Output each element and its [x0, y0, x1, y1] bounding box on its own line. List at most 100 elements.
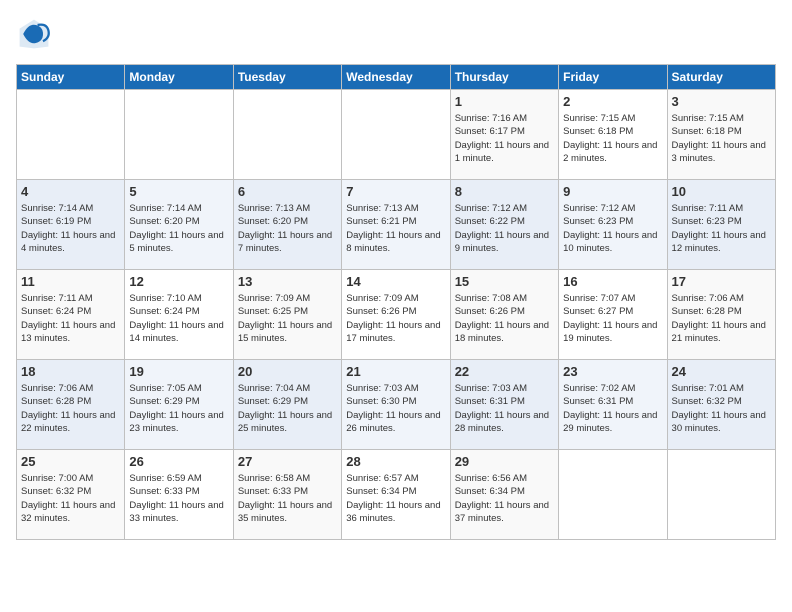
calendar-cell: 21 Sunrise: 7:03 AM Sunset: 6:30 PM Dayli… — [342, 360, 450, 450]
day-number: 21 — [346, 364, 445, 379]
weekday-header-tuesday: Tuesday — [233, 65, 341, 90]
weekday-header-friday: Friday — [559, 65, 667, 90]
day-number: 25 — [21, 454, 120, 469]
day-number: 8 — [455, 184, 554, 199]
day-number: 1 — [455, 94, 554, 109]
day-number: 10 — [672, 184, 771, 199]
calendar-cell: 2Sunrise: 7:15 AM Sunset: 6:18 PM Daylig… — [559, 90, 667, 180]
calendar-cell: 25 Sunrise: 7:00 AM Sunset: 6:32 PM Dayli… — [17, 450, 125, 540]
day-info: Sunrise: 7:12 AM Sunset: 6:22 PM Dayligh… — [455, 202, 554, 255]
calendar-cell: 24 Sunrise: 7:01 AM Sunset: 6:32 PM Dayli… — [667, 360, 775, 450]
calendar-cell: 1 Sunrise: 7:16 AM Sunset: 6:17 PM Daylig… — [450, 90, 558, 180]
week-row-2: 11Sunrise: 7:11 AM Sunset: 6:24 PM Dayli… — [17, 270, 776, 360]
calendar-cell: 15 Sunrise: 7:08 AM Sunset: 6:26 PM Dayli… — [450, 270, 558, 360]
calendar-cell — [125, 90, 233, 180]
day-info: Sunrise: 7:11 AM Sunset: 6:23 PM Dayligh… — [672, 202, 771, 255]
day-number: 7 — [346, 184, 445, 199]
calendar-cell: 13 Sunrise: 7:09 AM Sunset: 6:25 PM Dayli… — [233, 270, 341, 360]
calendar-cell: 16Sunrise: 7:07 AM Sunset: 6:27 PM Dayli… — [559, 270, 667, 360]
weekday-header-thursday: Thursday — [450, 65, 558, 90]
day-info: Sunrise: 7:15 AM Sunset: 6:18 PM Dayligh… — [672, 112, 771, 165]
day-number: 6 — [238, 184, 337, 199]
calendar-cell: 29Sunrise: 6:56 AM Sunset: 6:34 PM Dayli… — [450, 450, 558, 540]
day-number: 23 — [563, 364, 662, 379]
week-row-3: 18 Sunrise: 7:06 AM Sunset: 6:28 PM Dayli… — [17, 360, 776, 450]
calendar-cell: 8 Sunrise: 7:12 AM Sunset: 6:22 PM Daylig… — [450, 180, 558, 270]
day-info: Sunrise: 7:03 AM Sunset: 6:30 PM Dayligh… — [346, 382, 445, 435]
calendar-cell: 9 Sunrise: 7:12 AM Sunset: 6:23 PM Daylig… — [559, 180, 667, 270]
calendar-cell: 19 Sunrise: 7:05 AM Sunset: 6:29 PM Dayli… — [125, 360, 233, 450]
weekday-header-monday: Monday — [125, 65, 233, 90]
day-number: 9 — [563, 184, 662, 199]
day-number: 28 — [346, 454, 445, 469]
day-number: 22 — [455, 364, 554, 379]
calendar-cell: 11Sunrise: 7:11 AM Sunset: 6:24 PM Dayli… — [17, 270, 125, 360]
day-number: 5 — [129, 184, 228, 199]
day-number: 13 — [238, 274, 337, 289]
day-info: Sunrise: 7:00 AM Sunset: 6:32 PM Dayligh… — [21, 472, 120, 525]
day-info: Sunrise: 7:05 AM Sunset: 6:29 PM Dayligh… — [129, 382, 228, 435]
day-info: Sunrise: 7:10 AM Sunset: 6:24 PM Dayligh… — [129, 292, 228, 345]
weekday-header-sunday: Sunday — [17, 65, 125, 90]
calendar-cell: 7 Sunrise: 7:13 AM Sunset: 6:21 PM Daylig… — [342, 180, 450, 270]
day-info: Sunrise: 6:59 AM Sunset: 6:33 PM Dayligh… — [129, 472, 228, 525]
day-number: 17 — [672, 274, 771, 289]
day-number: 26 — [129, 454, 228, 469]
day-number: 12 — [129, 274, 228, 289]
calendar-cell — [559, 450, 667, 540]
day-info: Sunrise: 7:03 AM Sunset: 6:31 PM Dayligh… — [455, 382, 554, 435]
calendar-cell: 18 Sunrise: 7:06 AM Sunset: 6:28 PM Dayli… — [17, 360, 125, 450]
day-info: Sunrise: 7:09 AM Sunset: 6:25 PM Dayligh… — [238, 292, 337, 345]
day-info: Sunrise: 7:16 AM Sunset: 6:17 PM Dayligh… — [455, 112, 554, 165]
calendar-table: SundayMondayTuesdayWednesdayThursdayFrid… — [16, 64, 776, 540]
day-info: Sunrise: 7:13 AM Sunset: 6:21 PM Dayligh… — [346, 202, 445, 255]
calendar-cell: 3 Sunrise: 7:15 AM Sunset: 6:18 PM Daylig… — [667, 90, 775, 180]
weekday-row: SundayMondayTuesdayWednesdayThursdayFrid… — [17, 65, 776, 90]
day-number: 15 — [455, 274, 554, 289]
day-number: 29 — [455, 454, 554, 469]
day-number: 24 — [672, 364, 771, 379]
day-number: 3 — [672, 94, 771, 109]
calendar-cell: 14Sunrise: 7:09 AM Sunset: 6:26 PM Dayli… — [342, 270, 450, 360]
day-number: 27 — [238, 454, 337, 469]
page-header — [16, 16, 776, 52]
logo — [16, 16, 58, 52]
week-row-0: 1 Sunrise: 7:16 AM Sunset: 6:17 PM Daylig… — [17, 90, 776, 180]
day-info: Sunrise: 7:13 AM Sunset: 6:20 PM Dayligh… — [238, 202, 337, 255]
calendar-cell: 27Sunrise: 6:58 AM Sunset: 6:33 PM Dayli… — [233, 450, 341, 540]
day-number: 20 — [238, 364, 337, 379]
day-number: 18 — [21, 364, 120, 379]
day-info: Sunrise: 7:14 AM Sunset: 6:20 PM Dayligh… — [129, 202, 228, 255]
day-info: Sunrise: 7:06 AM Sunset: 6:28 PM Dayligh… — [21, 382, 120, 435]
day-info: Sunrise: 7:09 AM Sunset: 6:26 PM Dayligh… — [346, 292, 445, 345]
day-number: 16 — [563, 274, 662, 289]
weekday-header-wednesday: Wednesday — [342, 65, 450, 90]
calendar-cell — [667, 450, 775, 540]
week-row-1: 4 Sunrise: 7:14 AM Sunset: 6:19 PM Daylig… — [17, 180, 776, 270]
calendar-header: SundayMondayTuesdayWednesdayThursdayFrid… — [17, 65, 776, 90]
calendar-cell: 6 Sunrise: 7:13 AM Sunset: 6:20 PM Daylig… — [233, 180, 341, 270]
day-info: Sunrise: 6:57 AM Sunset: 6:34 PM Dayligh… — [346, 472, 445, 525]
week-row-4: 25 Sunrise: 7:00 AM Sunset: 6:32 PM Dayli… — [17, 450, 776, 540]
day-info: Sunrise: 7:08 AM Sunset: 6:26 PM Dayligh… — [455, 292, 554, 345]
day-info: Sunrise: 7:04 AM Sunset: 6:29 PM Dayligh… — [238, 382, 337, 435]
calendar-cell: 12 Sunrise: 7:10 AM Sunset: 6:24 PM Dayli… — [125, 270, 233, 360]
calendar-cell: 5 Sunrise: 7:14 AM Sunset: 6:20 PM Daylig… — [125, 180, 233, 270]
calendar-cell: 20 Sunrise: 7:04 AM Sunset: 6:29 PM Dayli… — [233, 360, 341, 450]
day-info: Sunrise: 7:01 AM Sunset: 6:32 PM Dayligh… — [672, 382, 771, 435]
weekday-header-saturday: Saturday — [667, 65, 775, 90]
day-info: Sunrise: 7:06 AM Sunset: 6:28 PM Dayligh… — [672, 292, 771, 345]
calendar-cell — [342, 90, 450, 180]
calendar-cell — [17, 90, 125, 180]
calendar-cell: 23Sunrise: 7:02 AM Sunset: 6:31 PM Dayli… — [559, 360, 667, 450]
day-info: Sunrise: 7:14 AM Sunset: 6:19 PM Dayligh… — [21, 202, 120, 255]
day-info: Sunrise: 7:15 AM Sunset: 6:18 PM Dayligh… — [563, 112, 662, 165]
day-number: 19 — [129, 364, 228, 379]
day-number: 11 — [21, 274, 120, 289]
calendar-cell: 28 Sunrise: 6:57 AM Sunset: 6:34 PM Dayli… — [342, 450, 450, 540]
day-info: Sunrise: 7:12 AM Sunset: 6:23 PM Dayligh… — [563, 202, 662, 255]
calendar-cell: 26 Sunrise: 6:59 AM Sunset: 6:33 PM Dayli… — [125, 450, 233, 540]
day-number: 4 — [21, 184, 120, 199]
calendar-cell: 22 Sunrise: 7:03 AM Sunset: 6:31 PM Dayli… — [450, 360, 558, 450]
calendar-body: 1 Sunrise: 7:16 AM Sunset: 6:17 PM Daylig… — [17, 90, 776, 540]
